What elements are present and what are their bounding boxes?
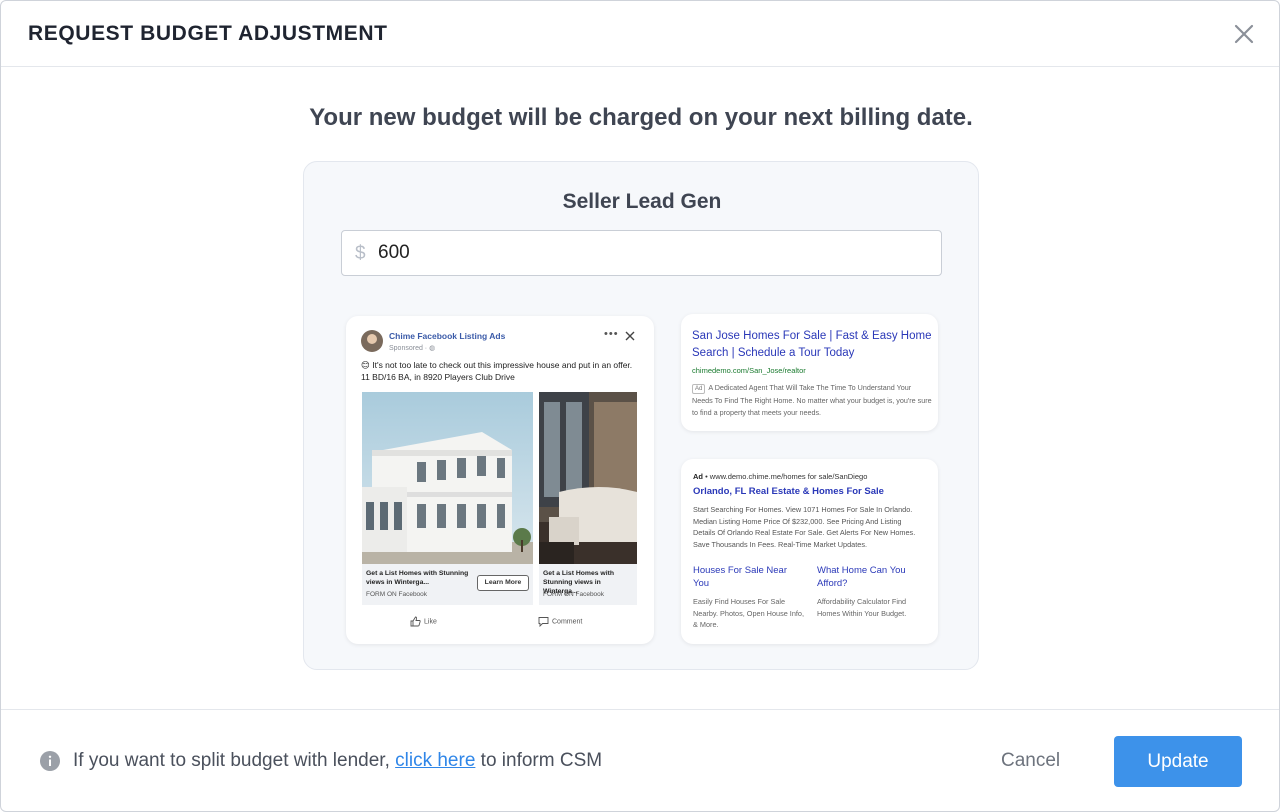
ad-badge: Ad bbox=[692, 384, 706, 394]
ad-label: Ad bbox=[693, 472, 703, 481]
avatar bbox=[361, 330, 383, 352]
search-ad-title: San Jose Homes For Sale | Fast & Easy Ho… bbox=[692, 330, 932, 359]
sitelinks-ad-title: Orlando, FL Real Estate & Homes For Sale bbox=[693, 486, 884, 497]
living-room-image bbox=[539, 392, 637, 564]
sitelinks-ad-description: Start Searching For Homes. View 1071 Hom… bbox=[693, 505, 916, 549]
sitelinks-ad-url-text: • www.demo.chime.me/homes for sale/SanDi… bbox=[703, 472, 868, 481]
split-budget-note-prefix: If you want to split budget with lender, bbox=[73, 750, 396, 771]
search-ad-url: chimedemo.com/San_Jose/realtor bbox=[692, 366, 806, 375]
budget-amount-field[interactable]: $ bbox=[341, 230, 942, 276]
fb-comment-label: Comment bbox=[552, 618, 583, 626]
carousel-card-source: FORM ON Facebook bbox=[366, 591, 428, 598]
billing-headline: Your new budget will be charged on your … bbox=[309, 104, 973, 131]
globe-icon: ◍ bbox=[429, 345, 436, 352]
carousel-card-source: FORM ON Facebook bbox=[543, 591, 605, 598]
google-sitelinks-ad-preview: Ad • www.demo.chime.me/homes for sale/Sa… bbox=[681, 459, 938, 644]
sitelinks-ad-url: Ad • www.demo.chime.me/homes for sale/Sa… bbox=[693, 472, 867, 481]
search-ad-description-text: A Dedicated Agent That Will Take The Tim… bbox=[692, 383, 932, 418]
carousel-card-caption: Get a List Homes with Stunning views in … bbox=[539, 564, 637, 605]
sitelink-title: Houses For Sale Near You bbox=[693, 565, 787, 589]
campaign-title: Seller Lead Gen bbox=[562, 190, 722, 213]
modal-header: REQUEST BUDGET ADJUSTMENT bbox=[1, 1, 1279, 67]
modal-footer: If you want to split budget with lender,… bbox=[1, 709, 1279, 811]
fb-sponsored-label: Sponsored · ◍ bbox=[389, 344, 435, 352]
sitelink-title: What Home Can You Afford? bbox=[817, 565, 906, 589]
split-budget-note: If you want to split budget with lender,… bbox=[73, 750, 602, 772]
search-ad-description: Ad A Dedicated Agent That Will Take The T… bbox=[692, 382, 932, 420]
budget-amount-input[interactable] bbox=[378, 240, 918, 266]
split-budget-note-suffix: to inform CSM bbox=[475, 750, 603, 771]
thumbs-up-icon bbox=[410, 616, 421, 627]
carousel-card-title: Get a List Homes with Stunning views in … bbox=[366, 570, 469, 586]
click-here-link[interactable]: click here bbox=[395, 750, 475, 771]
fb-post-text-line2: 11 BD/16 BA, in 8920 Players Club Drive bbox=[361, 372, 515, 382]
house-exterior-image bbox=[362, 392, 533, 564]
budget-card: Seller Lead Gen $ Chime Facebook Listing… bbox=[303, 161, 979, 670]
fb-post-text-line1: 😊 It's not too late to check out this im… bbox=[361, 360, 633, 370]
info-icon bbox=[40, 751, 60, 771]
fb-like-label: Like bbox=[424, 618, 437, 626]
close-icon[interactable] bbox=[1231, 21, 1257, 47]
sitelink-description: Easily Find Houses For Sale Nearby. Phot… bbox=[693, 597, 805, 629]
cancel-button[interactable]: Cancel bbox=[1001, 750, 1060, 772]
comment-icon bbox=[538, 617, 549, 627]
fb-like-action: Like bbox=[410, 616, 437, 627]
currency-symbol: $ bbox=[355, 243, 366, 264]
more-options-icon: ••• bbox=[604, 328, 619, 340]
facebook-ad-preview: Chime Facebook Listing Ads Sponsored · ◍… bbox=[346, 316, 654, 644]
close-icon bbox=[624, 329, 636, 341]
google-search-ad-preview: San Jose Homes For Sale | Fast & Easy Ho… bbox=[681, 314, 938, 431]
carousel-card-caption: Get a List Homes with Stunning views in … bbox=[362, 564, 533, 605]
fb-sponsored-text: Sponsored · bbox=[389, 345, 428, 352]
fb-page-name: Chime Facebook Listing Ads bbox=[389, 331, 506, 341]
budget-adjustment-modal: REQUEST BUDGET ADJUSTMENT Your new budge… bbox=[0, 0, 1280, 812]
update-button[interactable]: Update bbox=[1114, 736, 1242, 787]
sitelink-description: Affordability Calculator Find Homes With… bbox=[817, 597, 907, 618]
fb-comment-action: Comment bbox=[538, 616, 582, 627]
modal-title: REQUEST BUDGET ADJUSTMENT bbox=[28, 22, 388, 45]
learn-more-button: Learn More bbox=[477, 575, 529, 591]
